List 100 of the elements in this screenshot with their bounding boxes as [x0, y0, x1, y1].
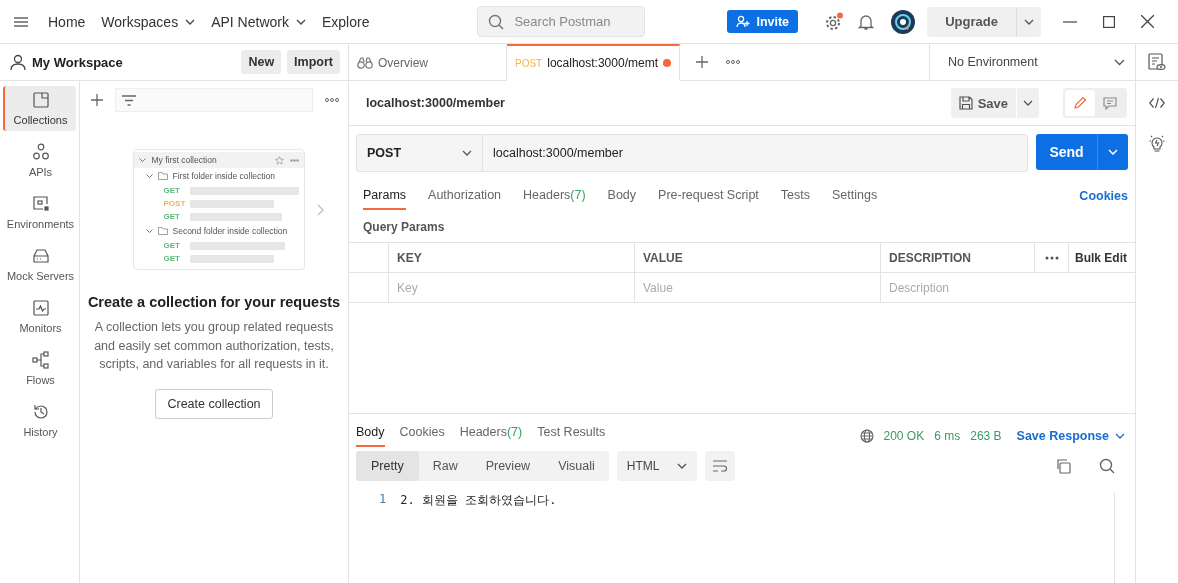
method-label: GET	[163, 212, 181, 221]
workspace-button[interactable]: Import	[287, 50, 340, 74]
method-select[interactable]: POST	[357, 135, 483, 171]
cookies-link[interactable]: Cookies	[1079, 189, 1128, 209]
chevron-down-icon	[677, 463, 688, 469]
url-bar[interactable]: POST localhost:3000/member	[356, 134, 1028, 172]
response-tab[interactable]: Test Results	[537, 425, 606, 447]
column-header: DESCRIPTION	[881, 243, 1035, 273]
url-input[interactable]: localhost:3000/member	[483, 135, 1027, 171]
param-field[interactable]: Description	[881, 273, 1135, 303]
maximize-icon[interactable]	[1103, 15, 1116, 28]
create-collection-button[interactable]: Create collection	[155, 388, 273, 419]
sidebar-item[interactable]: Environments	[3, 190, 76, 235]
filter-icon	[122, 94, 136, 106]
comment-icon	[1103, 96, 1117, 110]
query-params-title: Query Params	[362, 219, 446, 236]
menu-icon[interactable]	[14, 16, 28, 27]
sidebar-item[interactable]: Mock Servers	[3, 242, 76, 287]
upgrade-button[interactable]: Upgrade	[927, 6, 1018, 37]
line-number: 1	[379, 492, 387, 508]
view-mode-tab[interactable]: Preview	[471, 451, 545, 481]
apis-icon	[31, 143, 50, 161]
chevron-down-icon	[1115, 433, 1125, 439]
nav-link[interactable]: Home	[48, 13, 86, 30]
more-icon[interactable]	[1044, 255, 1059, 260]
folder-name: Second folder inside collection	[172, 226, 288, 236]
copy-icon[interactable]	[1056, 458, 1071, 474]
view-mode-tab[interactable]: Raw	[418, 451, 472, 481]
sidebar-item[interactable]: APIs	[3, 138, 76, 183]
sidebar-item[interactable]: Flows	[3, 346, 76, 391]
environments-icon	[31, 195, 50, 213]
request-option-tab[interactable]: Tests	[780, 188, 810, 210]
globe-icon	[859, 429, 874, 443]
more-icon[interactable]	[325, 98, 339, 102]
view-mode-tab[interactable]: Pretty	[356, 451, 419, 481]
method-label: POST	[163, 199, 186, 208]
search-icon	[488, 13, 505, 30]
search-field[interactable]: Search Postman	[477, 6, 646, 37]
request-option-tab[interactable]: Authorization	[428, 188, 502, 210]
filter-field[interactable]	[115, 88, 313, 112]
response-size[interactable]: 263 B	[970, 429, 1002, 443]
search-icon[interactable]	[1099, 458, 1115, 474]
save-response-button[interactable]: Save Response	[1016, 429, 1125, 443]
edit-mode-button[interactable]	[1065, 90, 1095, 116]
code-icon[interactable]	[1149, 97, 1165, 109]
request-option-tab[interactable]: Settings	[832, 188, 878, 210]
param-field[interactable]: Value	[635, 273, 881, 303]
tab-label: localhost:3000/memt	[547, 56, 658, 70]
method-label: POST	[515, 57, 543, 69]
status-code[interactable]: 200 OK	[883, 429, 925, 443]
search-input[interactable]: Search Postman	[512, 13, 637, 30]
invite-button[interactable]: Invite	[727, 10, 799, 33]
request-option-tab[interactable]: Body	[607, 188, 637, 210]
environment-eye-icon[interactable]	[1148, 53, 1166, 71]
code-line: 2. 회원을 조회하였습니다.	[400, 492, 557, 509]
chevron-down-icon	[462, 150, 472, 156]
send-button[interactable]: Send	[1036, 134, 1098, 170]
bell-icon[interactable]	[858, 12, 875, 31]
upgrade-dropdown[interactable]	[1017, 6, 1042, 37]
workspace-name[interactable]: My Workspace	[32, 54, 236, 70]
request-name[interactable]: localhost:3000/member	[366, 96, 951, 110]
sidebar-item[interactable]: History	[3, 398, 76, 443]
minimize-icon[interactable]	[1063, 20, 1078, 23]
lightbulb-icon[interactable]	[1149, 135, 1165, 153]
mock-icon	[31, 247, 50, 265]
request-tab[interactable]: POST localhost:3000/memt	[507, 44, 680, 81]
settings-icon[interactable]	[824, 11, 845, 32]
response-tab[interactable]: Cookies	[399, 425, 445, 447]
response-tab[interactable]: Body	[356, 425, 385, 447]
more-icon[interactable]	[725, 60, 740, 64]
response-tab[interactable]: Headers(7)	[459, 425, 523, 447]
method-label: GET	[163, 241, 181, 250]
avatar-icon[interactable]	[891, 9, 916, 34]
response-time[interactable]: 6 ms	[934, 429, 961, 443]
add-icon[interactable]	[91, 94, 103, 106]
bulk-edit-button[interactable]: Bulk Edit	[1069, 243, 1135, 273]
add-icon[interactable]	[695, 56, 708, 68]
wrap-lines-button[interactable]	[705, 451, 736, 481]
view-mode-tab[interactable]: Visuali	[544, 451, 609, 481]
nav-link[interactable]: API Network	[211, 13, 306, 30]
method-label: GET	[163, 254, 181, 263]
close-icon[interactable]	[1141, 15, 1155, 28]
wrap-lines-icon	[712, 460, 729, 472]
send-dropdown[interactable]	[1098, 134, 1128, 170]
nav-link[interactable]: Explore	[321, 13, 370, 30]
save-button[interactable]: Save	[950, 88, 1017, 118]
folder-name: First folder inside collection	[172, 171, 275, 181]
param-field[interactable]: Key	[389, 273, 635, 303]
sidebar-item[interactable]: Monitors	[3, 294, 76, 339]
method-label: GET	[163, 186, 181, 195]
user-icon	[10, 53, 26, 71]
format-select[interactable]: HTML	[616, 451, 698, 481]
request-option-tab[interactable]: Pre-request Script	[658, 188, 759, 210]
request-option-tab[interactable]: Headers(7)	[523, 188, 586, 210]
nav-link[interactable]: Workspaces	[101, 13, 196, 30]
request-option-tab[interactable]: Params	[363, 188, 407, 210]
sidebar-item[interactable]: Collections	[3, 86, 76, 131]
folder-icon	[157, 172, 168, 180]
workspace-button[interactable]: New	[241, 50, 282, 74]
chevron-down-icon	[1114, 58, 1125, 66]
